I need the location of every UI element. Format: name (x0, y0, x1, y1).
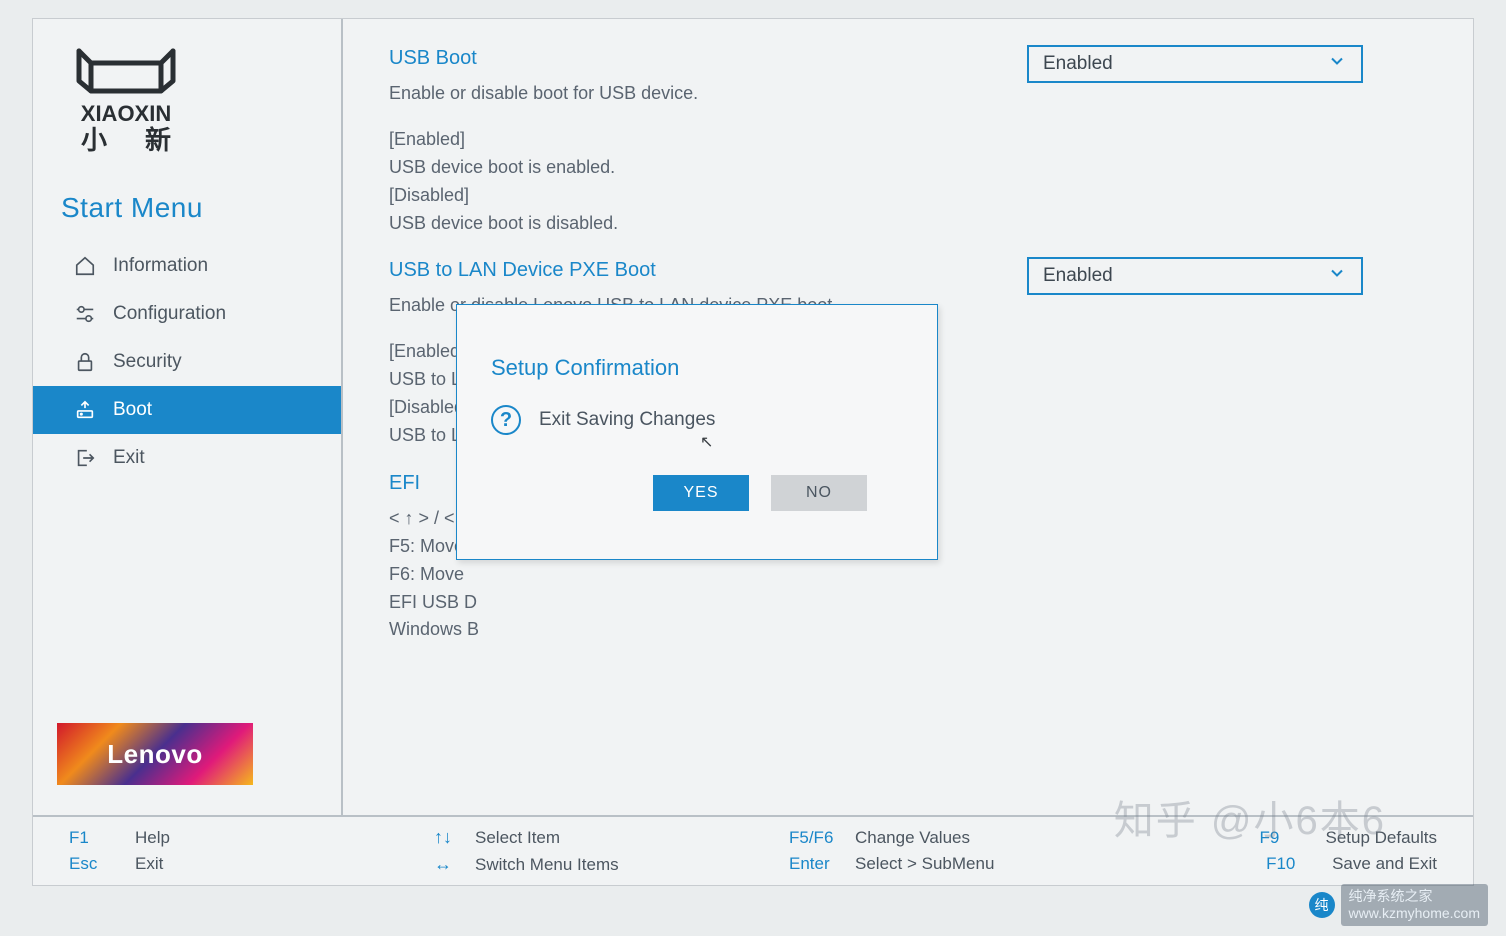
hotkey-f9: F9 Setup Defaults (1259, 828, 1437, 848)
logo-text-sub-right: 新 (145, 125, 171, 153)
boot-icon (73, 398, 97, 422)
hotkey-enter: Enter Select > SubMenu (789, 854, 1159, 874)
hotkey-key: F9 (1259, 828, 1307, 848)
usb-boot-value: Enabled (1043, 53, 1113, 75)
xiaoxin-logo-icon: XIAOXIN 小 新 (61, 43, 191, 153)
hotkey-key: F10 (1266, 854, 1314, 874)
sidebar-item-configuration[interactable]: Configuration (33, 290, 341, 338)
hotkey-leftright: ↔ Switch Menu Items (429, 854, 789, 875)
usb-lan-pxe-value: Enabled (1043, 265, 1113, 287)
hotkey-f1: F1 Help (69, 828, 429, 848)
logo-text-sub-left: 小 (81, 125, 107, 153)
arrows-vertical-icon: ↑↓ (429, 827, 457, 848)
hotkey-key: F5/F6 (789, 828, 837, 848)
chevron-down-icon (1327, 51, 1347, 77)
hotkey-key: Esc (69, 854, 117, 874)
usb-boot-hints: [Enabled] USB device boot is enabled. [D… (389, 126, 1433, 238)
lenovo-badge: Lenovo (57, 723, 253, 785)
hotkey-label: Exit (135, 854, 163, 874)
hotkey-label: Change Values (855, 828, 970, 848)
lock-icon (73, 350, 97, 374)
sliders-icon (73, 302, 97, 326)
brand-logo: XIAOXIN 小 新 (33, 29, 341, 168)
vendor-label: Lenovo (107, 739, 202, 770)
arrows-horizontal-icon: ↔ (429, 854, 457, 875)
hotkey-key: F1 (69, 828, 117, 848)
site-url: www.kzmyhome.com (1349, 905, 1480, 921)
logo-text-main: XIAOXIN (81, 101, 171, 126)
chevron-down-icon (1327, 263, 1347, 289)
hotkey-label: Setup Defaults (1325, 828, 1437, 848)
yes-button[interactable]: YES (653, 475, 749, 511)
sidebar-title: Start Menu (33, 168, 341, 242)
hint-line: [Disabled] (389, 182, 1433, 210)
hint-line: [Enabled] (389, 126, 1433, 154)
sidebar-item-information[interactable]: Information (33, 242, 341, 290)
sidebar: XIAOXIN 小 新 Start Menu Information (33, 19, 343, 815)
question-icon: ? (491, 405, 521, 435)
sidebar-item-label: Exit (113, 447, 145, 469)
hint-line: USB device boot is disabled. (389, 210, 1433, 238)
hotkey-label: Switch Menu Items (475, 855, 619, 875)
usb-boot-desc: Enable or disable boot for USB device. (389, 80, 929, 108)
sidebar-item-security[interactable]: Security (33, 338, 341, 386)
hint-line: F6: Move (389, 561, 1433, 589)
site-name: 纯净系统之家 (1349, 888, 1433, 904)
setup-confirmation-dialog: Setup Confirmation ? Exit Saving Changes… (456, 304, 938, 560)
usb-boot-section: USB Boot Enabled Enable or disable boot … (389, 47, 1433, 237)
sidebar-item-label: Configuration (113, 303, 226, 325)
sidebar-item-boot[interactable]: Boot (33, 386, 341, 434)
exit-icon (73, 446, 97, 470)
hint-line: Windows B (389, 616, 1433, 644)
hotkey-updown: ↑↓ Select Item (429, 827, 789, 848)
dialog-message: Exit Saving Changes (539, 409, 715, 431)
site-badge-icon: 纯 (1309, 892, 1335, 918)
hotkey-label: Select Item (475, 828, 560, 848)
home-icon (73, 254, 97, 278)
hotkey-f10: F10 Save and Exit (1266, 854, 1437, 874)
sidebar-menu: Information Configuration Security (33, 242, 341, 482)
sidebar-item-label: Security (113, 351, 182, 373)
hotkey-label: Help (135, 828, 170, 848)
sidebar-item-exit[interactable]: Exit (33, 434, 341, 482)
dialog-title: Setup Confirmation (491, 355, 903, 381)
sidebar-item-label: Boot (113, 399, 152, 421)
site-watermark: 纯 纯净系统之家 www.kzmyhome.com (1309, 884, 1488, 926)
hotkey-esc: Esc Exit (69, 854, 429, 874)
usb-boot-select[interactable]: Enabled (1027, 45, 1363, 83)
hotkey-label: Save and Exit (1332, 854, 1437, 874)
usb-lan-pxe-select[interactable]: Enabled (1027, 257, 1363, 295)
no-button[interactable]: NO (771, 475, 867, 511)
hint-line: USB device boot is enabled. (389, 154, 1433, 182)
hotkey-key: Enter (789, 854, 837, 874)
sidebar-item-label: Information (113, 255, 208, 277)
hotkey-label: Select > SubMenu (855, 854, 994, 874)
hotkey-f5f6: F5/F6 Change Values (789, 828, 1159, 848)
hotkey-footer: F1 Help Esc Exit ↑↓ Select Item ↔ Switch… (33, 815, 1473, 885)
hint-line: EFI USB D (389, 589, 1433, 617)
